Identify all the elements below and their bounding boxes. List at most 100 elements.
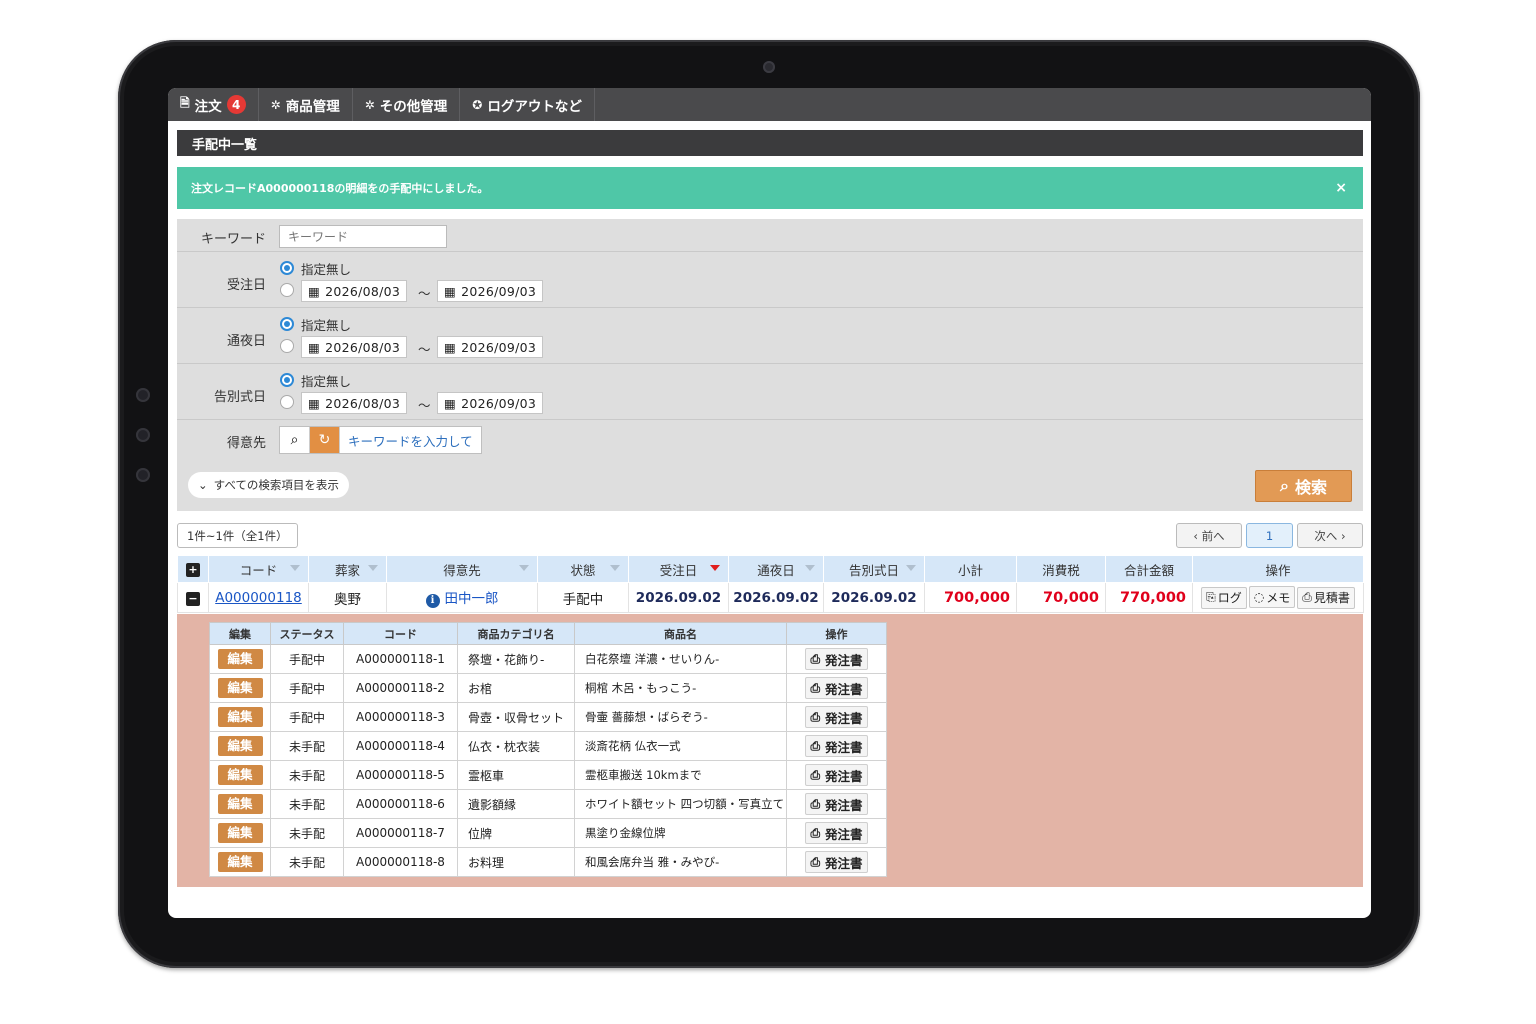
- edit-button[interactable]: 編集: [217, 765, 263, 785]
- wake-date-label: 通夜日: [226, 334, 266, 349]
- subtotal-cell: 700,000: [924, 582, 1017, 613]
- customer-cell: i 田中一郎: [386, 582, 538, 613]
- funeral-date-from[interactable]: ▦ 2026/08/03: [301, 392, 408, 414]
- next-page-button[interactable]: 次へ ›: [1297, 523, 1363, 548]
- estimate-button[interactable]: ⎙ 見積書: [1297, 586, 1355, 609]
- funeral-date-none-radio[interactable]: [280, 373, 294, 387]
- memo-button[interactable]: ◌ メモ: [1248, 586, 1296, 609]
- show-all-fields-button[interactable]: ⌄ すべての検索項目を表示: [188, 472, 349, 498]
- edit-button[interactable]: 編集: [217, 794, 263, 814]
- col-header-wake-date[interactable]: 通夜日: [728, 555, 824, 583]
- col-header-funeral-date[interactable]: 告別式日: [823, 555, 925, 583]
- purchase-order-button[interactable]: ⎙ 発注書: [805, 764, 868, 786]
- customer-label: 得意先: [226, 436, 266, 451]
- purchase-order-button[interactable]: ⎙ 発注書: [805, 793, 868, 815]
- gear-icon: ✲: [270, 97, 281, 112]
- header-label: コード: [239, 562, 278, 578]
- funeral-date-to[interactable]: ▦ 2026/09/03: [437, 392, 544, 414]
- edit-cell: 編集: [209, 673, 271, 703]
- order-date-to[interactable]: ▦ 2026/09/03: [437, 280, 544, 302]
- side-button-icon: [136, 428, 150, 442]
- edit-button[interactable]: 編集: [217, 707, 263, 727]
- order-date-range-radio[interactable]: [280, 283, 294, 297]
- edit-button[interactable]: 編集: [217, 823, 263, 843]
- nav-item-other[interactable]: ✲ その他管理: [353, 88, 461, 121]
- nav-item-logout[interactable]: ✪ ログアウトなど: [460, 88, 595, 121]
- order-date-none-radio[interactable]: [280, 261, 294, 275]
- edit-button[interactable]: 編集: [217, 678, 263, 698]
- edit-button[interactable]: 編集: [217, 736, 263, 756]
- nav-item-label: ログアウトなど: [487, 98, 582, 115]
- alert-message: 注文レコードA000000118の明細をの手配中にしました。: [191, 182, 489, 195]
- table-row: − A000000118 奥野 i 田中一郎 手配中 2026.09.02 202…: [177, 582, 1364, 613]
- order-code-link[interactable]: A000000118: [215, 590, 302, 606]
- prev-page-button[interactable]: ‹ 前へ: [1176, 523, 1242, 548]
- col-header-status[interactable]: 状態: [537, 555, 629, 583]
- close-icon[interactable]: ×: [1335, 180, 1347, 196]
- order-count-badge: 4: [226, 95, 246, 114]
- page-number-button[interactable]: 1: [1246, 523, 1293, 548]
- copy-icon: ⎘: [1206, 590, 1216, 605]
- purchase-order-button[interactable]: ⎙ 発注書: [805, 677, 868, 699]
- product-cell: 淡斎花柄 仏衣一式: [574, 731, 787, 761]
- edit-cell: 編集: [209, 760, 271, 790]
- detail-row: 編集 未手配 A000000118-7 位牌 黒塗り金線位牌 ⎙ 発注書: [209, 818, 887, 848]
- wake-date-none-radio[interactable]: [280, 317, 294, 331]
- log-button[interactable]: ⎘ ログ: [1201, 586, 1247, 609]
- funeral-date-range-radio[interactable]: [280, 395, 294, 409]
- detail-header-row: 編集 ステータス コード 商品カテゴリ名 商品名 操作: [209, 622, 887, 645]
- search-button[interactable]: ⌕ 検索: [1255, 470, 1352, 502]
- col-header-subtotal: 小計: [924, 555, 1017, 583]
- purchase-order-button[interactable]: ⎙ 発注書: [805, 706, 868, 728]
- code-cell: A000000118-1: [343, 644, 458, 674]
- action-cell: ⎙ 発注書: [786, 644, 887, 674]
- expand-all-header[interactable]: +: [177, 555, 209, 583]
- refresh-icon[interactable]: ↻: [310, 427, 340, 453]
- result-count: 1件~1件（全1件）: [177, 523, 298, 548]
- customer-search-group: ⌕ ↻ キーワードを入力して: [279, 426, 482, 454]
- order-date-cell: 2026.09.02: [628, 582, 729, 613]
- detail-table: 編集 ステータス コード 商品カテゴリ名 商品名 操作 編集 手配中 A000000…: [209, 622, 887, 877]
- col-header-customer[interactable]: 得意先: [386, 555, 538, 583]
- col-header-order-date[interactable]: 受注日: [628, 555, 729, 583]
- order-date-from[interactable]: ▦ 2026/08/03: [301, 280, 408, 302]
- collapse-toggle[interactable]: −: [177, 582, 209, 613]
- info-icon[interactable]: i: [425, 594, 440, 608]
- purchase-order-button[interactable]: ⎙ 発注書: [805, 822, 868, 844]
- calendar-icon: ▦: [308, 283, 321, 299]
- keyword-input[interactable]: [279, 225, 447, 248]
- col-header-code[interactable]: コード: [208, 555, 309, 583]
- wake-date-to[interactable]: ▦ 2026/09/03: [437, 336, 544, 358]
- sort-desc-icon: [710, 565, 720, 571]
- wake-date-from[interactable]: ▦ 2026/08/03: [301, 336, 408, 358]
- range-separator: 〜: [418, 286, 431, 301]
- action-cell: ⎙ 発注書: [786, 818, 887, 848]
- edit-button[interactable]: 編集: [217, 852, 263, 872]
- purchase-order-label: 発注書: [825, 739, 863, 755]
- status-cell: 未手配: [270, 760, 344, 790]
- product-cell: 和風会席弁当 雅・みやび-: [574, 847, 787, 877]
- purchase-order-button[interactable]: ⎙ 発注書: [805, 648, 868, 670]
- nav-item-products[interactable]: ✲ 商品管理: [259, 88, 353, 121]
- purchase-order-label: 発注書: [825, 855, 863, 871]
- nav-item-orders[interactable]: 🗎 注文 4: [168, 88, 259, 121]
- purchase-order-button[interactable]: ⎙ 発注書: [805, 735, 868, 757]
- customer-link[interactable]: 田中一郎: [445, 591, 499, 607]
- wake-date-range-radio[interactable]: [280, 339, 294, 353]
- header-label: 葬家: [334, 562, 360, 578]
- sort-icon: [290, 565, 300, 571]
- detail-row: 編集 未手配 A000000118-5 霊柩車 霊柩車搬送 10kmまで ⎙ 発注書: [209, 760, 887, 790]
- status-cell: 未手配: [270, 789, 344, 819]
- edit-button[interactable]: 編集: [217, 649, 263, 669]
- customer-input[interactable]: キーワードを入力して: [340, 427, 481, 453]
- side-button-icon: [136, 388, 150, 402]
- col-header-family[interactable]: 葬家: [308, 555, 387, 583]
- date-value: 2026/08/03: [325, 283, 401, 299]
- document-icon: 🗎: [180, 96, 190, 110]
- search-icon[interactable]: ⌕: [280, 427, 310, 453]
- purchase-order-label: 発注書: [825, 768, 863, 784]
- calendar-icon: ▦: [308, 339, 321, 355]
- printer-icon: ⎙: [810, 738, 821, 753]
- purchase-order-button[interactable]: ⎙ 発注書: [805, 851, 868, 873]
- printer-icon: ⎙: [810, 767, 821, 782]
